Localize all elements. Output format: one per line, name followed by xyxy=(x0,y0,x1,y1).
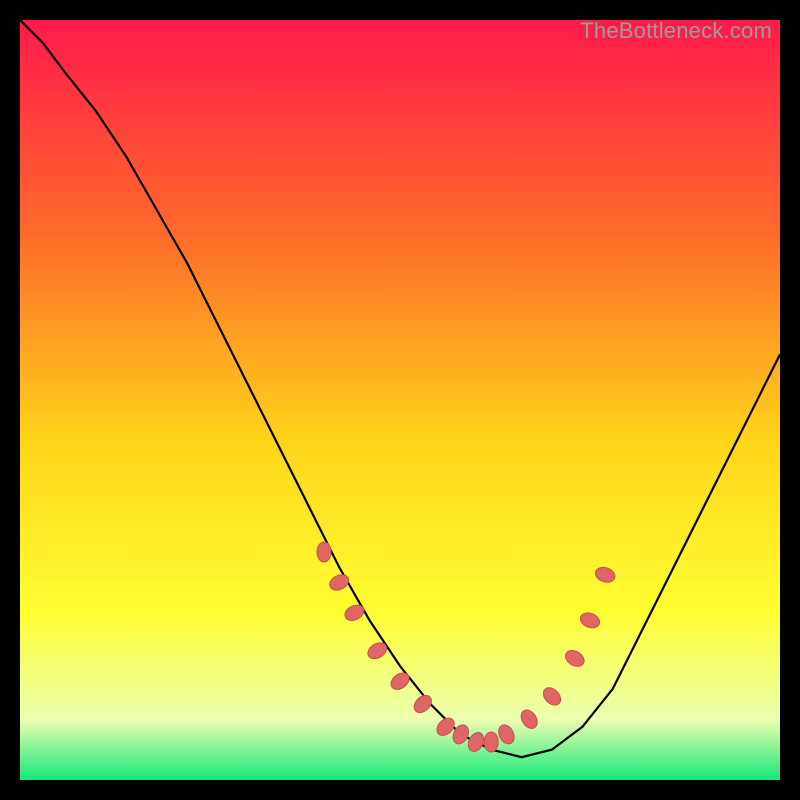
chart-frame: TheBottleneck.com xyxy=(20,20,780,780)
bottleneck-plot xyxy=(20,20,780,780)
watermark-text: TheBottleneck.com xyxy=(580,18,772,44)
marker-dot xyxy=(484,732,498,752)
marker-dot xyxy=(317,542,331,562)
